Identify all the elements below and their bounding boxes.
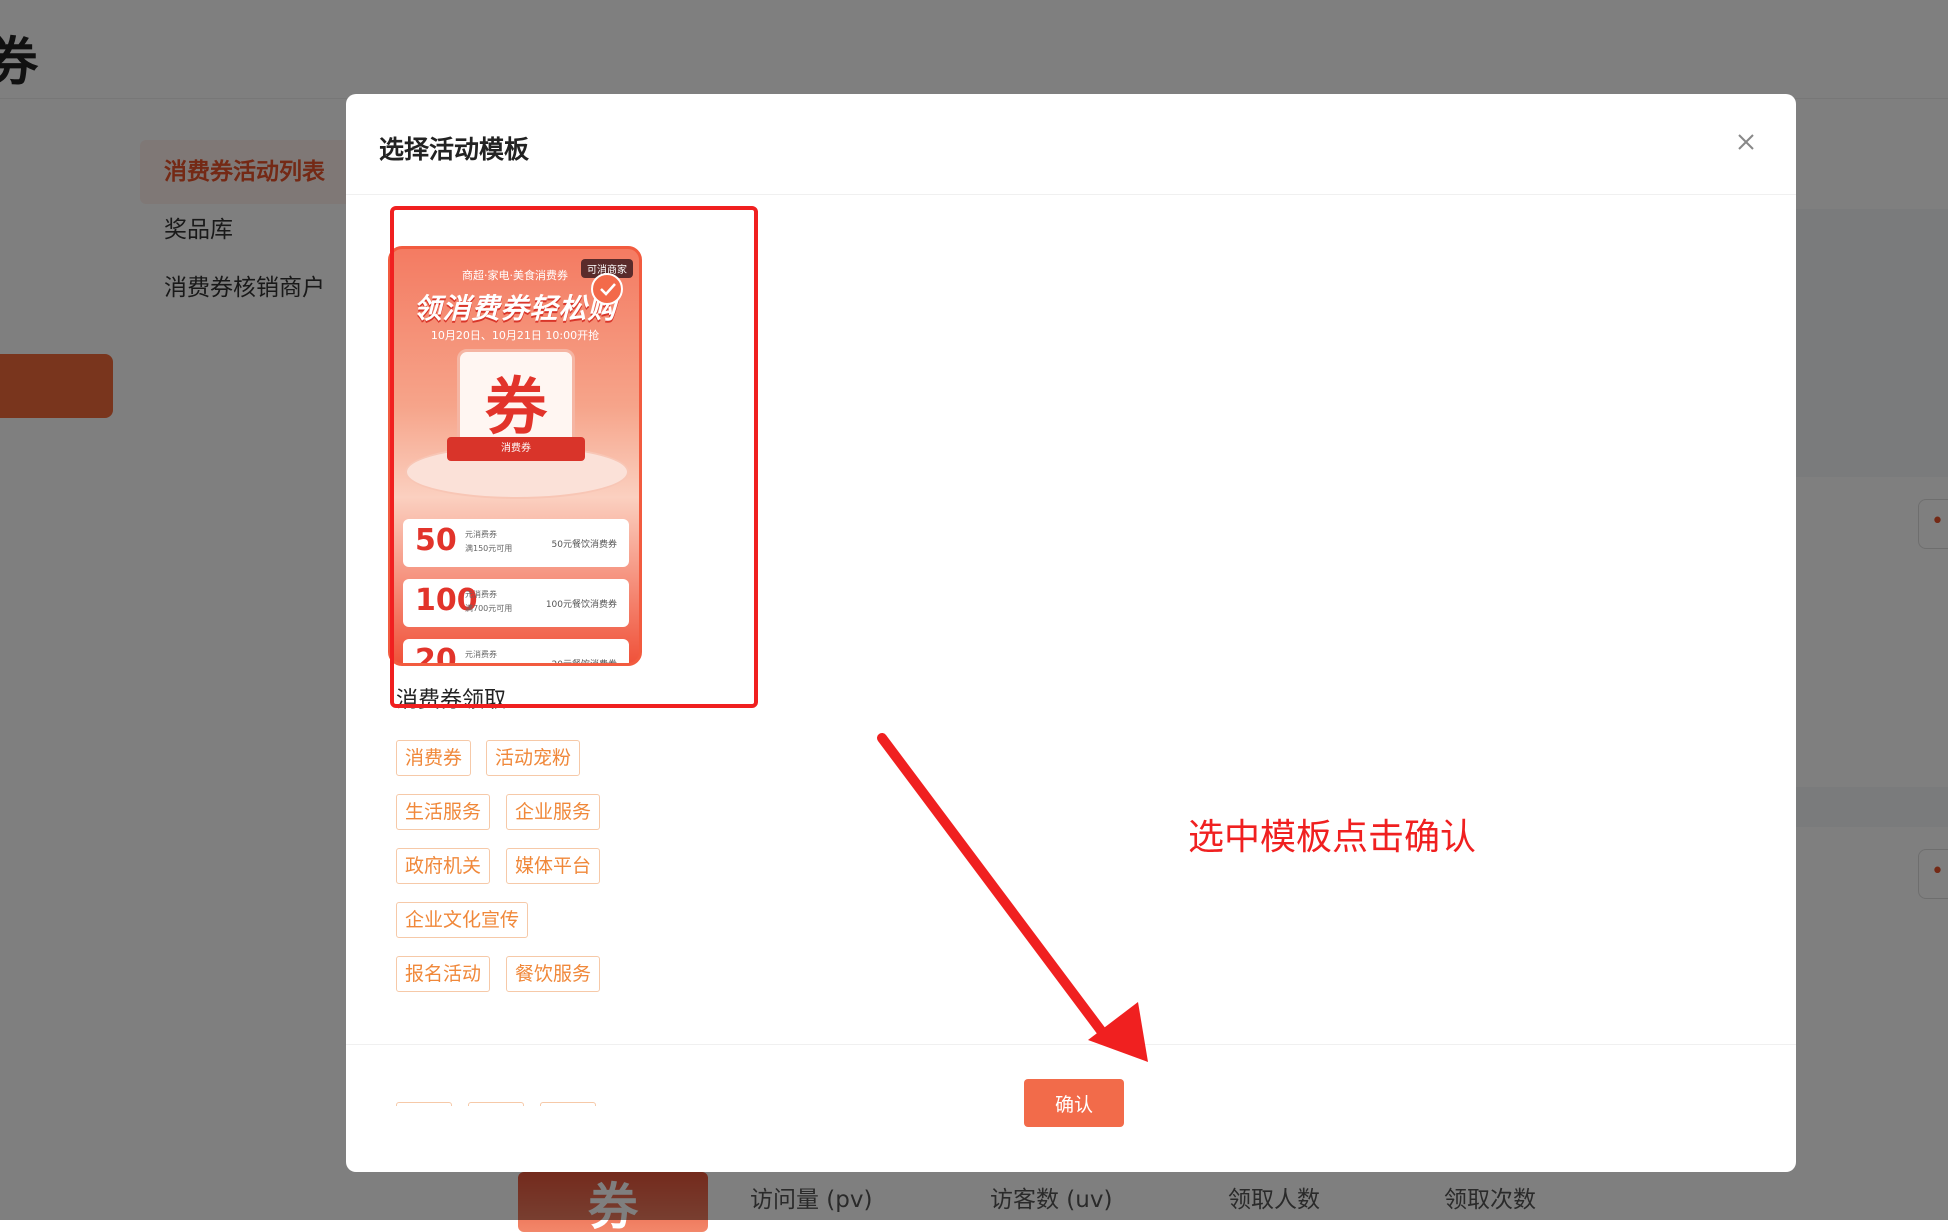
tag-registration[interactable]: 报名活动 [396,956,491,992]
template-select-modal: 选择活动模板 可消商家 商超·家电·美食消费券 领消费券轻松购 10月20日、1… [346,94,1796,1172]
poster-ribbon-label: 消费券 [501,443,531,454]
tag-life-service[interactable]: 生活服务 [396,794,491,830]
tag-media-platform[interactable]: 媒体平台 [506,848,601,884]
tag-corporate-culture[interactable]: 企业文化宣传 [396,902,529,938]
coupon-right-text: 100元餐饮消费券 [545,600,617,610]
coupon-line1: 元消费券 [465,590,497,599]
modal-footer-divider [346,1044,1796,1045]
coupon-amount: 20 [415,643,457,666]
poster-date: 10月20日、10月21日 10:00开抢 [430,329,600,342]
coupon-right-text: 50元餐饮消费券 [551,540,617,550]
selected-check-icon [591,273,623,305]
tag-enterprise-service[interactable]: 企业服务 [506,794,601,830]
poster-coupon: 100 元消费券 满700元可用 100元餐饮消费券 [403,579,629,627]
close-icon[interactable] [1728,124,1764,160]
template-poster[interactable]: 可消商家 商超·家电·美食消费券 领消费券轻松购 10月20日、10月21日 1… [388,246,642,666]
poster-ticket-char: 券 [484,370,547,443]
coupon-line1: 元消费券 [465,650,497,659]
tag-coupon[interactable]: 消费券 [396,740,472,776]
tag-catering[interactable]: 餐饮服务 [506,956,601,992]
tag-government[interactable]: 政府机关 [396,848,491,884]
tag-fan-activity[interactable]: 活动宠粉 [486,740,581,776]
coupon-amount: 50 [415,523,457,558]
coupon-right-text: 20元餐饮消费券 [551,660,617,666]
annotation-text: 选中模板点击确认 [1188,817,1477,858]
template-tags: 消费券 活动宠粉 生活服务 企业服务 政府机关 媒体平台 企业文化宣传 报名活动… [396,740,696,1106]
tag-partial[interactable] [540,1102,596,1106]
poster-coupon: 20 元消费券 20元餐饮消费券 [403,639,629,666]
modal-title: 选择活动模板 [379,135,530,164]
poster-coupon: 50 元消费券 满150元可用 50元餐饮消费券 [403,519,629,567]
coupon-line1: 元消费券 [465,530,497,539]
poster-ribbon: 消费券 [447,437,585,461]
confirm-button[interactable]: 确认 [1024,1079,1124,1127]
tag-partial[interactable] [396,1102,452,1106]
coupon-line2: 满700元可用 [465,604,513,613]
coupon-line2: 满150元可用 [465,544,513,553]
template-name: 消费券领取 [396,688,507,713]
tag-partial[interactable] [468,1102,524,1106]
modal-header-divider [346,194,1796,195]
